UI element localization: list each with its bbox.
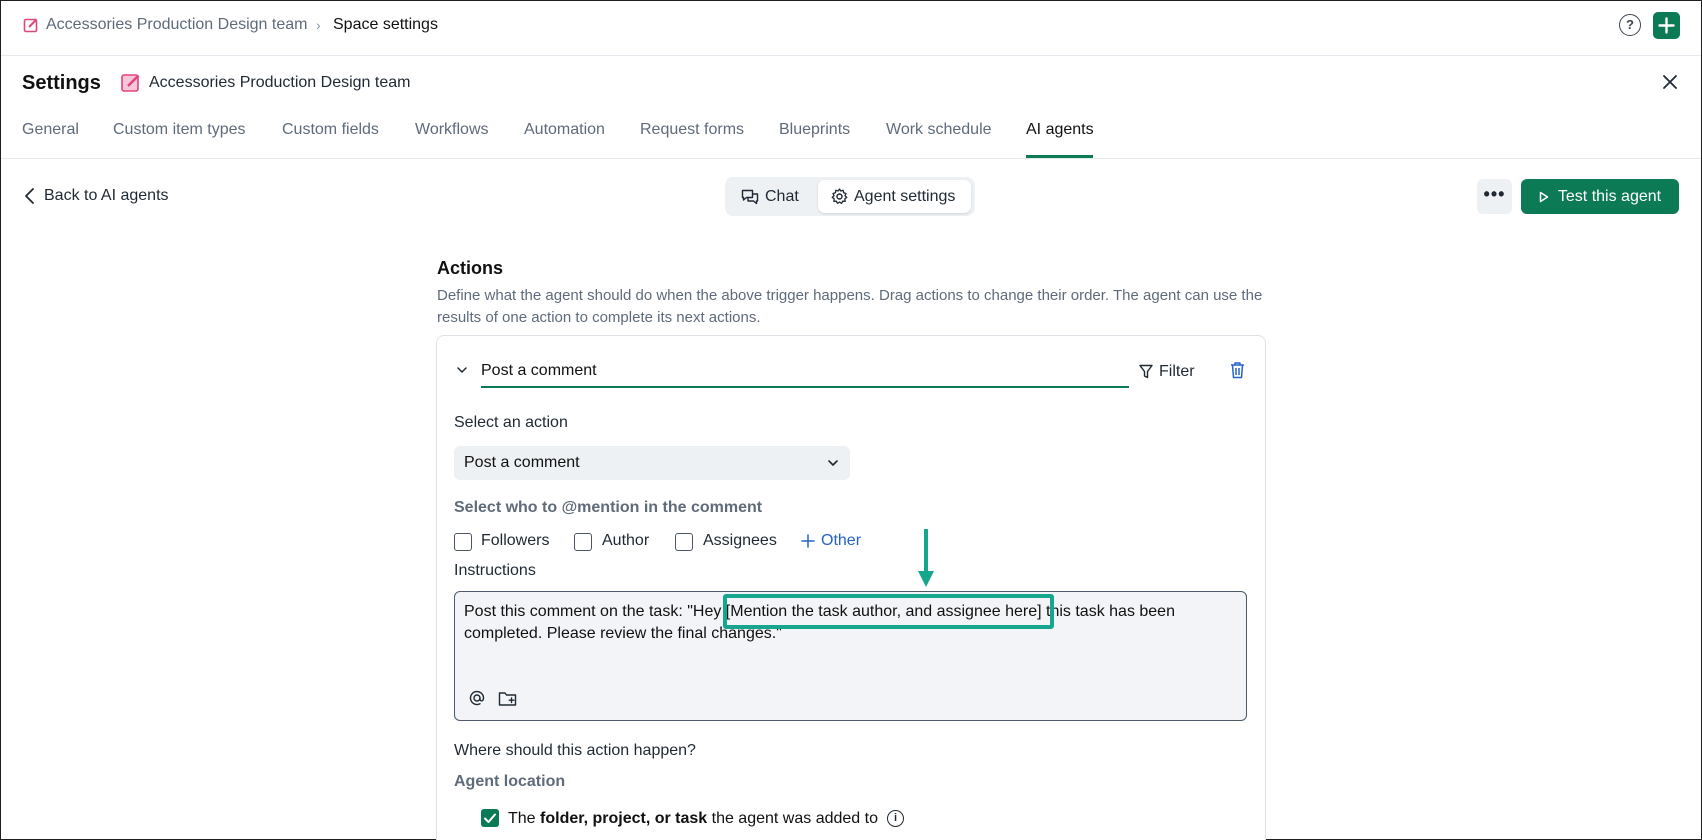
chevron-left-icon[interactable] bbox=[23, 186, 37, 206]
team-name: Accessories Production Design team bbox=[149, 74, 411, 91]
instructions-label: Instructions bbox=[454, 562, 536, 579]
tab-ai-agents[interactable]: AI agents bbox=[1026, 121, 1094, 139]
tab-general[interactable]: General bbox=[22, 121, 79, 139]
actions-heading: Actions bbox=[437, 258, 504, 278]
tab-custom-item-types[interactable]: Custom item types bbox=[113, 121, 245, 139]
agent-location-title: Agent location bbox=[454, 773, 566, 790]
chat-toggle-button[interactable]: Chat bbox=[729, 181, 815, 212]
other-label: Other bbox=[821, 532, 862, 549]
agent-settings-label: Agent settings bbox=[854, 187, 956, 205]
location-option-label: The folder, project, or task the agent w… bbox=[508, 810, 878, 828]
action-card bbox=[436, 335, 1266, 840]
agent-settings-toggle-button[interactable]: Agent settings bbox=[818, 180, 971, 213]
location-bold: folder, project, or task bbox=[540, 810, 708, 827]
chat-label: Chat bbox=[765, 187, 799, 205]
tab-request-forms[interactable]: Request forms bbox=[640, 121, 744, 139]
followers-checkbox[interactable] bbox=[454, 533, 472, 551]
play-icon bbox=[1539, 191, 1549, 202]
back-to-ai-agents-link[interactable]: Back to AI agents bbox=[44, 187, 169, 205]
author-checkbox[interactable] bbox=[574, 533, 592, 551]
location-suffix: the agent was added to bbox=[707, 810, 878, 827]
test-this-agent-label: Test this agent bbox=[1557, 187, 1662, 205]
help-icon[interactable]: ? bbox=[1619, 14, 1641, 36]
tab-work-schedule[interactable]: Work schedule bbox=[886, 121, 992, 139]
filter-icon[interactable] bbox=[1139, 364, 1153, 379]
breadcrumb-space-link[interactable]: Accessories Production Design team bbox=[46, 16, 307, 34]
more-options-button[interactable]: ••• bbox=[1477, 179, 1512, 214]
active-tab-indicator bbox=[1026, 155, 1093, 158]
breadcrumb-chevron-icon: › bbox=[316, 17, 321, 33]
close-icon[interactable] bbox=[1659, 71, 1681, 93]
annotation-highlight-box bbox=[723, 594, 1054, 629]
instructions-text-before: Post this comment on the task: "Hey bbox=[464, 603, 726, 620]
test-this-agent-button[interactable]: Test this agent bbox=[1521, 179, 1679, 214]
tab-automation[interactable]: Automation bbox=[524, 121, 605, 139]
tab-custom-fields[interactable]: Custom fields bbox=[282, 121, 379, 139]
action-name-underline bbox=[481, 386, 1129, 388]
add-button[interactable] bbox=[1653, 12, 1680, 39]
mention-at-icon[interactable] bbox=[468, 689, 486, 707]
folder-add-icon[interactable] bbox=[498, 690, 517, 707]
chevron-down-icon bbox=[828, 460, 838, 466]
plus-icon bbox=[801, 534, 815, 548]
assignees-checkbox[interactable] bbox=[675, 533, 693, 551]
where-label: Where should this action happen? bbox=[454, 742, 696, 759]
actions-description: Define what the agent should do when the… bbox=[437, 287, 1263, 326]
mention-section-title: Select who to @mention in the comment bbox=[454, 499, 763, 516]
select-action-label: Select an action bbox=[454, 414, 568, 431]
filter-button[interactable]: Filter bbox=[1159, 363, 1195, 381]
gear-icon bbox=[831, 188, 848, 205]
author-label: Author bbox=[602, 532, 650, 549]
chat-bubbles-icon bbox=[741, 189, 759, 204]
followers-label: Followers bbox=[481, 532, 550, 549]
tab-workflows[interactable]: Workflows bbox=[415, 121, 489, 139]
add-other-mention-button[interactable]: Other bbox=[801, 532, 861, 550]
location-prefix: The bbox=[508, 810, 541, 827]
chevron-down-icon[interactable] bbox=[456, 364, 468, 376]
team-edit-icon bbox=[121, 74, 140, 92]
annotation-arrow-icon bbox=[918, 529, 934, 587]
tab-blueprints[interactable]: Blueprints bbox=[779, 121, 850, 139]
info-icon[interactable]: i bbox=[887, 810, 904, 827]
edit-square-icon bbox=[23, 18, 38, 33]
assignees-label: Assignees bbox=[703, 532, 777, 549]
settings-tabs: General Custom item types Custom fields … bbox=[1, 113, 1701, 159]
page-title: Settings bbox=[22, 72, 101, 94]
action-name-input[interactable]: Post a comment bbox=[481, 362, 597, 380]
trash-icon[interactable] bbox=[1229, 361, 1246, 379]
action-type-value: Post a comment bbox=[464, 454, 580, 471]
breadcrumb-current: Space settings bbox=[333, 16, 438, 33]
action-type-select[interactable]: Post a comment bbox=[454, 446, 850, 480]
location-checkbox[interactable] bbox=[481, 809, 499, 827]
